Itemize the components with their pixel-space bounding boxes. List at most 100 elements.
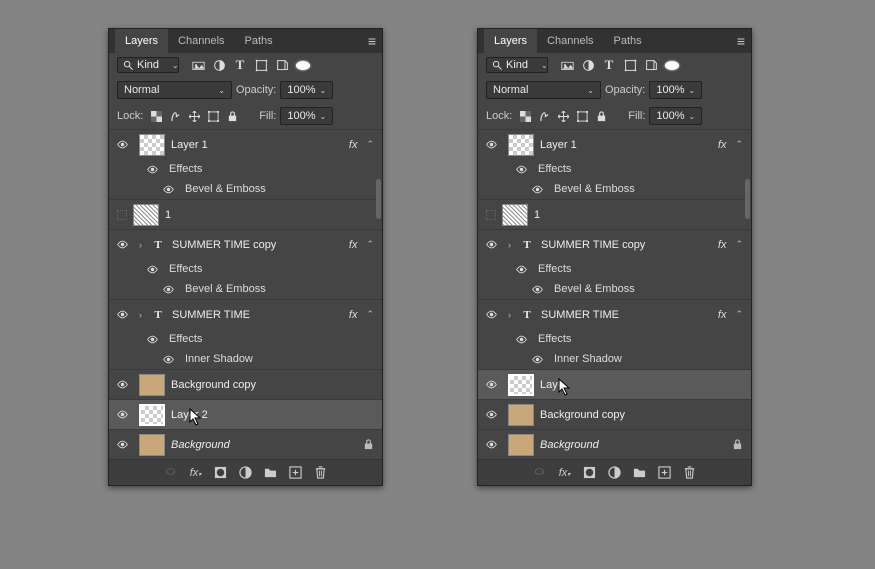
new-icon[interactable] xyxy=(289,466,303,479)
visibility-toggle[interactable] xyxy=(486,239,502,250)
tab-layers[interactable]: Layers xyxy=(115,29,168,53)
layer-row[interactable]: ›TSUMMER TIMEfx⌃ xyxy=(109,299,382,329)
layer-row[interactable]: 1 xyxy=(478,199,751,229)
link-icon[interactable]: ⬭ xyxy=(533,466,547,479)
lock-position-icon[interactable] xyxy=(558,111,572,122)
lock-transparency-icon[interactable] xyxy=(520,111,534,122)
visibility-toggle[interactable] xyxy=(486,210,496,220)
visibility-toggle[interactable] xyxy=(532,354,548,365)
effect-item[interactable]: Bevel & Emboss xyxy=(109,279,382,299)
filter-smart-icon[interactable] xyxy=(275,59,289,72)
scrollbar[interactable] xyxy=(376,179,381,219)
visibility-toggle[interactable] xyxy=(117,139,133,150)
layer-name[interactable]: Layer 1 xyxy=(171,139,343,151)
layer-name[interactable]: Background copy xyxy=(171,379,374,391)
effects-row[interactable]: Effects xyxy=(109,329,382,349)
opacity-select[interactable]: 100%⌄ xyxy=(649,81,702,99)
visibility-toggle[interactable] xyxy=(486,439,502,450)
layer-row[interactable]: 1 xyxy=(109,199,382,229)
layer-row[interactable]: Background copy xyxy=(478,399,751,429)
visibility-toggle[interactable] xyxy=(163,184,179,195)
layer-row[interactable]: Layer 2 xyxy=(109,399,382,429)
tab-paths[interactable]: Paths xyxy=(235,29,283,53)
visibility-toggle[interactable] xyxy=(516,164,532,175)
visibility-toggle[interactable] xyxy=(486,139,502,150)
effects-row[interactable]: Effects xyxy=(109,159,382,179)
mask-icon[interactable] xyxy=(214,466,228,479)
layer-name[interactable]: SUMMER TIME copy xyxy=(541,239,712,251)
filter-smart-icon[interactable] xyxy=(644,59,658,72)
layer-name[interactable]: SUMMER TIME xyxy=(541,309,712,321)
filter-toggle-icon[interactable] xyxy=(296,61,310,70)
effects-row[interactable]: Effects xyxy=(109,259,382,279)
visibility-toggle[interactable] xyxy=(147,264,163,275)
layer-name[interactable]: Background copy xyxy=(540,409,743,421)
trash-icon[interactable] xyxy=(683,466,697,479)
chevron-icon[interactable]: ⌃ xyxy=(366,139,374,150)
link-icon[interactable]: ⬭ xyxy=(164,466,178,479)
visibility-toggle[interactable] xyxy=(163,284,179,295)
visibility-toggle[interactable] xyxy=(147,334,163,345)
kind-input[interactable] xyxy=(506,59,538,71)
lock-image-icon[interactable] xyxy=(539,111,553,122)
fx-badge[interactable]: fx xyxy=(718,309,727,321)
visibility-toggle[interactable] xyxy=(516,264,532,275)
effects-row[interactable]: Effects xyxy=(478,159,751,179)
tab-paths[interactable]: Paths xyxy=(604,29,652,53)
layer-name[interactable]: Layer 2 xyxy=(171,409,374,421)
effect-item[interactable]: Bevel & Emboss xyxy=(109,179,382,199)
panel-menu-icon[interactable]: ≡ xyxy=(737,33,745,49)
layer-row[interactable]: Background xyxy=(478,429,751,459)
fx-badge[interactable]: fx xyxy=(349,239,358,251)
lock-position-icon[interactable] xyxy=(189,111,203,122)
filter-adjust-icon[interactable] xyxy=(581,59,595,72)
tab-layers[interactable]: Layers xyxy=(484,29,537,53)
fx-icon[interactable]: fx▾ xyxy=(189,467,203,479)
opacity-select[interactable]: 100%⌄ xyxy=(280,81,333,99)
group-icon[interactable] xyxy=(633,466,647,479)
chevron-icon[interactable]: ⌃ xyxy=(735,239,743,250)
adjustment-icon[interactable] xyxy=(608,466,622,479)
lock-transparency-icon[interactable] xyxy=(151,111,165,122)
fx-icon[interactable]: fx▾ xyxy=(558,467,572,479)
visibility-toggle[interactable] xyxy=(486,379,502,390)
filter-adjust-icon[interactable] xyxy=(212,59,226,72)
chevron-icon[interactable]: ⌃ xyxy=(735,309,743,320)
filter-text-icon[interactable]: T xyxy=(233,57,247,73)
layer-row[interactable]: ›TSUMMER TIMEfx⌃ xyxy=(478,299,751,329)
effect-item[interactable]: Inner Shadow xyxy=(478,349,751,369)
layer-row[interactable]: Background xyxy=(109,429,382,459)
visibility-toggle[interactable] xyxy=(117,409,133,420)
layer-row[interactable]: Layer 1 fx ⌃ xyxy=(109,129,382,159)
fill-select[interactable]: 100%⌄ xyxy=(649,107,702,125)
visibility-toggle[interactable] xyxy=(147,164,163,175)
visibility-toggle[interactable] xyxy=(163,354,179,365)
kind-filter[interactable]: ⌄ xyxy=(117,57,179,73)
visibility-toggle[interactable] xyxy=(486,309,502,320)
chevron-icon[interactable]: ⌃ xyxy=(366,309,374,320)
fx-badge[interactable]: fx xyxy=(718,239,727,251)
panel-menu-icon[interactable]: ≡ xyxy=(368,33,376,49)
layer-name[interactable]: SUMMER TIME xyxy=(172,309,343,321)
fx-badge[interactable]: fx xyxy=(349,139,358,151)
fill-select[interactable]: 100%⌄ xyxy=(280,107,333,125)
kind-input[interactable] xyxy=(137,59,169,71)
layer-row[interactable]: Layer 1fx⌃ xyxy=(478,129,751,159)
effect-item[interactable]: Inner Shadow xyxy=(109,349,382,369)
fx-badge[interactable]: fx xyxy=(718,139,727,151)
scrollbar[interactable] xyxy=(745,179,750,219)
layer-row[interactable]: Laye xyxy=(478,369,751,399)
trash-icon[interactable] xyxy=(314,466,328,479)
layer-row[interactable]: Background copy xyxy=(109,369,382,399)
layer-name[interactable]: Layer 1 xyxy=(540,139,712,151)
visibility-toggle[interactable] xyxy=(532,184,548,195)
kind-filter[interactable]: ⌄ xyxy=(486,57,548,73)
adjustment-icon[interactable] xyxy=(239,466,253,479)
mask-icon[interactable] xyxy=(583,466,597,479)
filter-toggle-icon[interactable] xyxy=(665,61,679,70)
layer-name[interactable]: Background xyxy=(540,439,726,451)
layer-row[interactable]: ›TSUMMER TIME copyfx⌃ xyxy=(109,229,382,259)
layer-name[interactable]: Background xyxy=(171,439,357,451)
visibility-toggle[interactable] xyxy=(117,210,127,220)
layer-name[interactable]: Laye xyxy=(540,379,743,391)
